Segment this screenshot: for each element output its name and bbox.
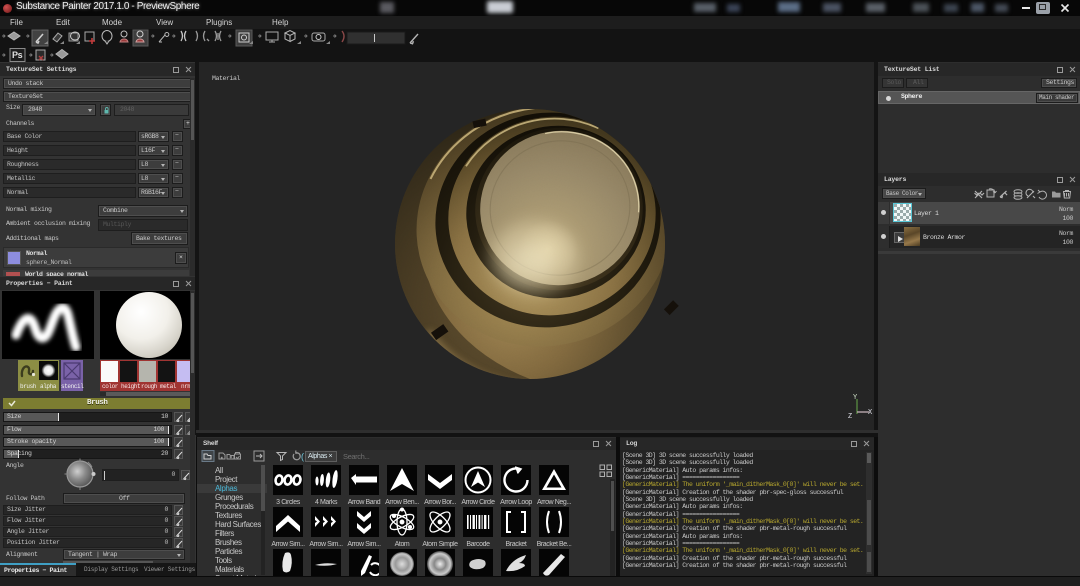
svg-text:X: X <box>868 409 873 417</box>
svg-text:Ps: Ps <box>12 50 23 60</box>
svg-text:(: ( <box>301 452 304 462</box>
svg-text:Z: Z <box>848 413 852 421</box>
